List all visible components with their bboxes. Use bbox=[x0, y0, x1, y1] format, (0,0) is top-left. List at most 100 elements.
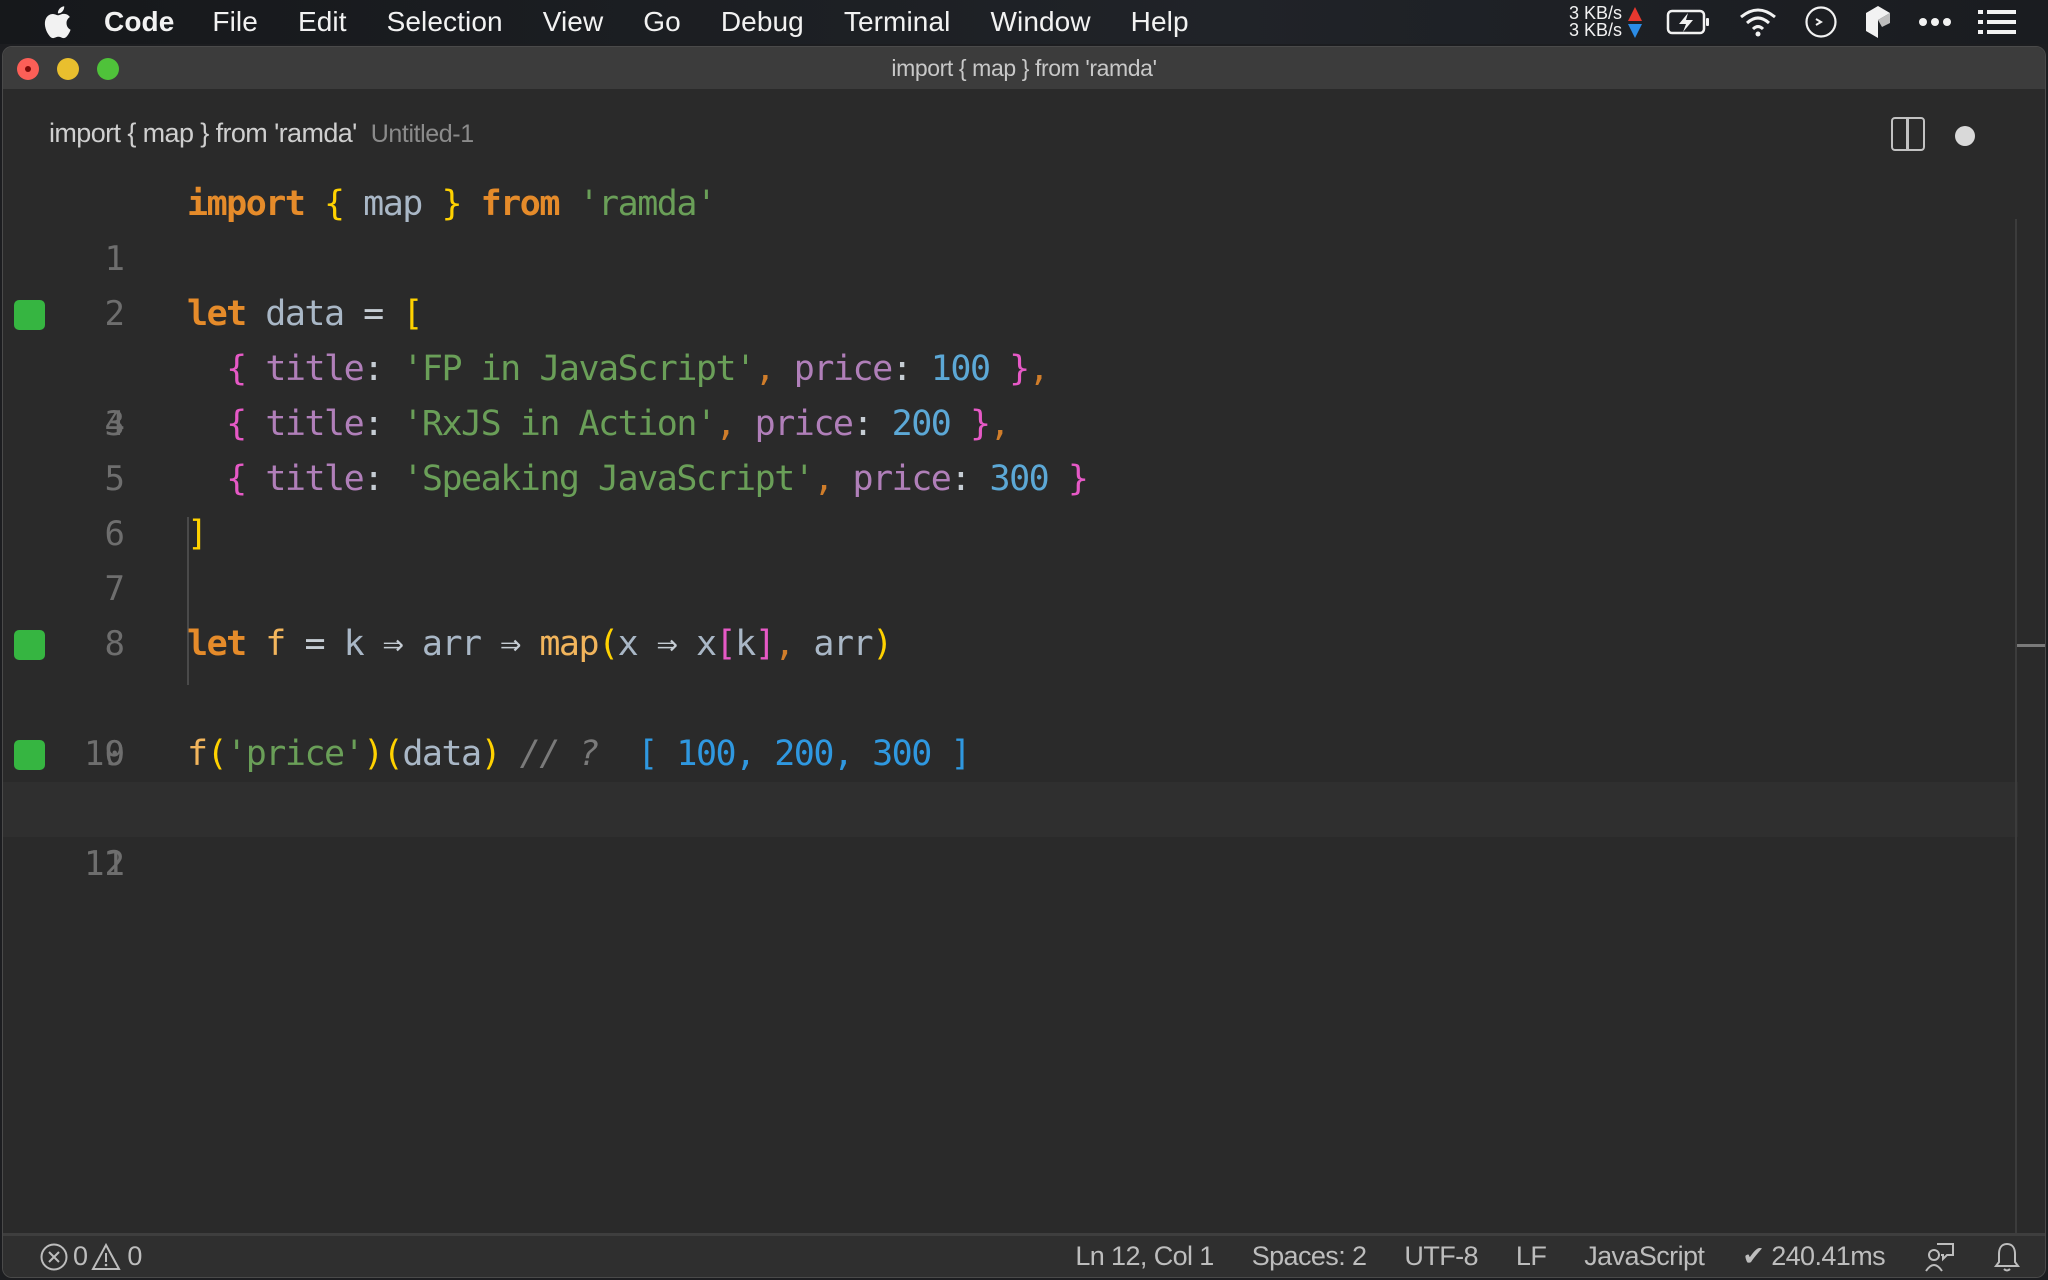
menu-view[interactable]: View bbox=[543, 6, 604, 38]
code-token: } bbox=[969, 404, 991, 444]
battery-charging-icon[interactable] bbox=[1666, 7, 1712, 37]
menu-terminal[interactable]: Terminal bbox=[844, 6, 951, 38]
code-token: 200 bbox=[891, 404, 952, 444]
menu-go[interactable]: Go bbox=[643, 6, 681, 38]
code-token: 'price' bbox=[226, 734, 365, 774]
menu-debug[interactable]: Debug bbox=[721, 6, 804, 38]
cursor-position[interactable]: Ln 12, Col 1 bbox=[1075, 1241, 1214, 1272]
tab-description: Untitled-1 bbox=[370, 119, 474, 148]
code-line-4[interactable]: 4 { title: 'FP in JavaScript', price: 10… bbox=[3, 342, 2018, 444]
code-token: = bbox=[304, 624, 325, 664]
code-editor[interactable]: 1 import { map } from 'ramda' 2 3 let da… bbox=[3, 177, 2045, 1237]
code-line-7[interactable]: 7 ] bbox=[3, 507, 2018, 609]
quokka-coverage-marker bbox=[14, 740, 45, 770]
code-line-2[interactable]: 2 bbox=[3, 232, 2018, 334]
close-window-button[interactable] bbox=[17, 58, 39, 80]
code-token: , bbox=[989, 404, 1011, 444]
menu-help[interactable]: Help bbox=[1131, 6, 1189, 38]
code-token: , bbox=[715, 404, 736, 444]
code-line-10[interactable]: 10 bbox=[3, 672, 2018, 774]
code-token: f bbox=[187, 734, 208, 774]
code-line-12-current[interactable]: 12 bbox=[3, 782, 2018, 884]
traffic-lights bbox=[17, 58, 137, 80]
file-encoding[interactable]: UTF-8 bbox=[1404, 1241, 1478, 1272]
split-editor-icon[interactable] bbox=[1891, 117, 1925, 151]
terminal-circle-icon[interactable] bbox=[1804, 5, 1838, 39]
menu-file[interactable]: File bbox=[212, 6, 258, 38]
code-token: x bbox=[617, 624, 657, 664]
network-arrows bbox=[1628, 6, 1642, 38]
status-bar-right: Ln 12, Col 1 Spaces: 2 UTF-8 LF JavaScri… bbox=[1075, 1236, 2045, 1277]
menu-edit[interactable]: Edit bbox=[298, 6, 347, 38]
code-text: let f = k ⇒ arr ⇒ map(x ⇒ x[k], arr) bbox=[187, 617, 893, 672]
quokka-inline-result: [ 100, 200, 300 ] bbox=[637, 734, 971, 774]
code-token: title bbox=[265, 404, 364, 444]
wifi-icon[interactable] bbox=[1738, 7, 1778, 37]
error-count: 0 bbox=[73, 1241, 88, 1271]
code-line-1[interactable]: 1 import { map } from 'ramda' bbox=[3, 177, 2018, 279]
code-token: price bbox=[852, 459, 952, 499]
download-speed: 3 KB/s bbox=[1568, 20, 1622, 40]
code-line-3[interactable]: 3 let data = [ bbox=[3, 287, 2018, 444]
code-token: k bbox=[324, 624, 383, 664]
code-text: let data = [ bbox=[187, 287, 423, 342]
quokka-coverage-marker bbox=[14, 630, 45, 660]
code-token: } bbox=[441, 184, 462, 224]
code-token: arr bbox=[402, 624, 501, 664]
code-line-11[interactable]: 11 f('price')(data) // ? [ 100, 200, 300… bbox=[3, 727, 2018, 884]
code-token: { bbox=[226, 404, 247, 444]
code-text: import { map } from 'ramda' bbox=[187, 177, 717, 232]
code-token: : bbox=[891, 349, 913, 389]
apple-logo-icon[interactable] bbox=[40, 4, 74, 40]
code-token: k bbox=[735, 624, 756, 664]
error-icon bbox=[39, 1242, 69, 1272]
code-line-8[interactable]: 8 bbox=[3, 562, 2018, 664]
language-mode[interactable]: JavaScript bbox=[1584, 1241, 1705, 1272]
vscode-window: import { map } from 'ramda' import { map… bbox=[2, 46, 2046, 1278]
code-token: title bbox=[265, 459, 364, 499]
code-token: { bbox=[324, 184, 345, 224]
minimize-window-button[interactable] bbox=[57, 58, 79, 80]
code-token: let bbox=[187, 294, 247, 334]
notification-center-icon[interactable] bbox=[1978, 9, 2016, 35]
network-speed[interactable]: 3 KB/s 3 KB/s bbox=[1568, 4, 1622, 40]
menu-selection[interactable]: Selection bbox=[387, 6, 503, 38]
code-line-5[interactable]: 5 { title: 'RxJS in Action', price: 200 … bbox=[3, 397, 2018, 499]
more-dots-icon[interactable] bbox=[1918, 17, 1952, 27]
code-line-9[interactable]: 9 let f = k ⇒ arr ⇒ map(x ⇒ x[k], arr) bbox=[3, 617, 2018, 774]
maximize-window-button[interactable] bbox=[97, 58, 119, 80]
unsaved-changes-dot-icon[interactable] bbox=[1955, 126, 1975, 146]
code-token: ] bbox=[754, 624, 776, 664]
window-titlebar[interactable]: import { map } from 'ramda' bbox=[3, 47, 2045, 89]
menu-app-code[interactable]: Code bbox=[104, 6, 174, 38]
line-number: 12 bbox=[84, 844, 125, 884]
quokka-coverage-marker bbox=[14, 300, 45, 330]
end-of-line-sequence[interactable]: LF bbox=[1516, 1241, 1547, 1272]
editor-tab[interactable]: import { map } from 'ramda' Untitled-1 bbox=[49, 118, 474, 149]
code-token: arr bbox=[793, 624, 873, 664]
feedback-person-icon[interactable] bbox=[1923, 1241, 1955, 1273]
upload-arrow-icon bbox=[1628, 6, 1642, 21]
code-token: [ bbox=[715, 624, 737, 664]
vertical-scrollbar[interactable] bbox=[2015, 219, 2045, 1237]
code-token: 300 bbox=[989, 459, 1050, 499]
problems-indicator[interactable]: 0 0 bbox=[39, 1241, 142, 1272]
quokka-run-time[interactable]: ✔ 240.41ms bbox=[1742, 1241, 1885, 1272]
code-token: data bbox=[245, 294, 364, 334]
notifications-bell-icon[interactable] bbox=[1993, 1241, 2021, 1273]
status-bar: 0 0 Ln 12, Col 1 Spaces: 2 UTF-8 LF Java… bbox=[3, 1233, 2045, 1277]
indentation-setting[interactable]: Spaces: 2 bbox=[1252, 1241, 1367, 1272]
menu-window[interactable]: Window bbox=[990, 6, 1090, 38]
dropzone-icon[interactable] bbox=[1864, 5, 1892, 39]
code-token: { bbox=[226, 459, 247, 499]
code-line-6[interactable]: 6 { title: 'Speaking JavaScript', price:… bbox=[3, 452, 2018, 554]
code-token: x bbox=[676, 624, 717, 664]
